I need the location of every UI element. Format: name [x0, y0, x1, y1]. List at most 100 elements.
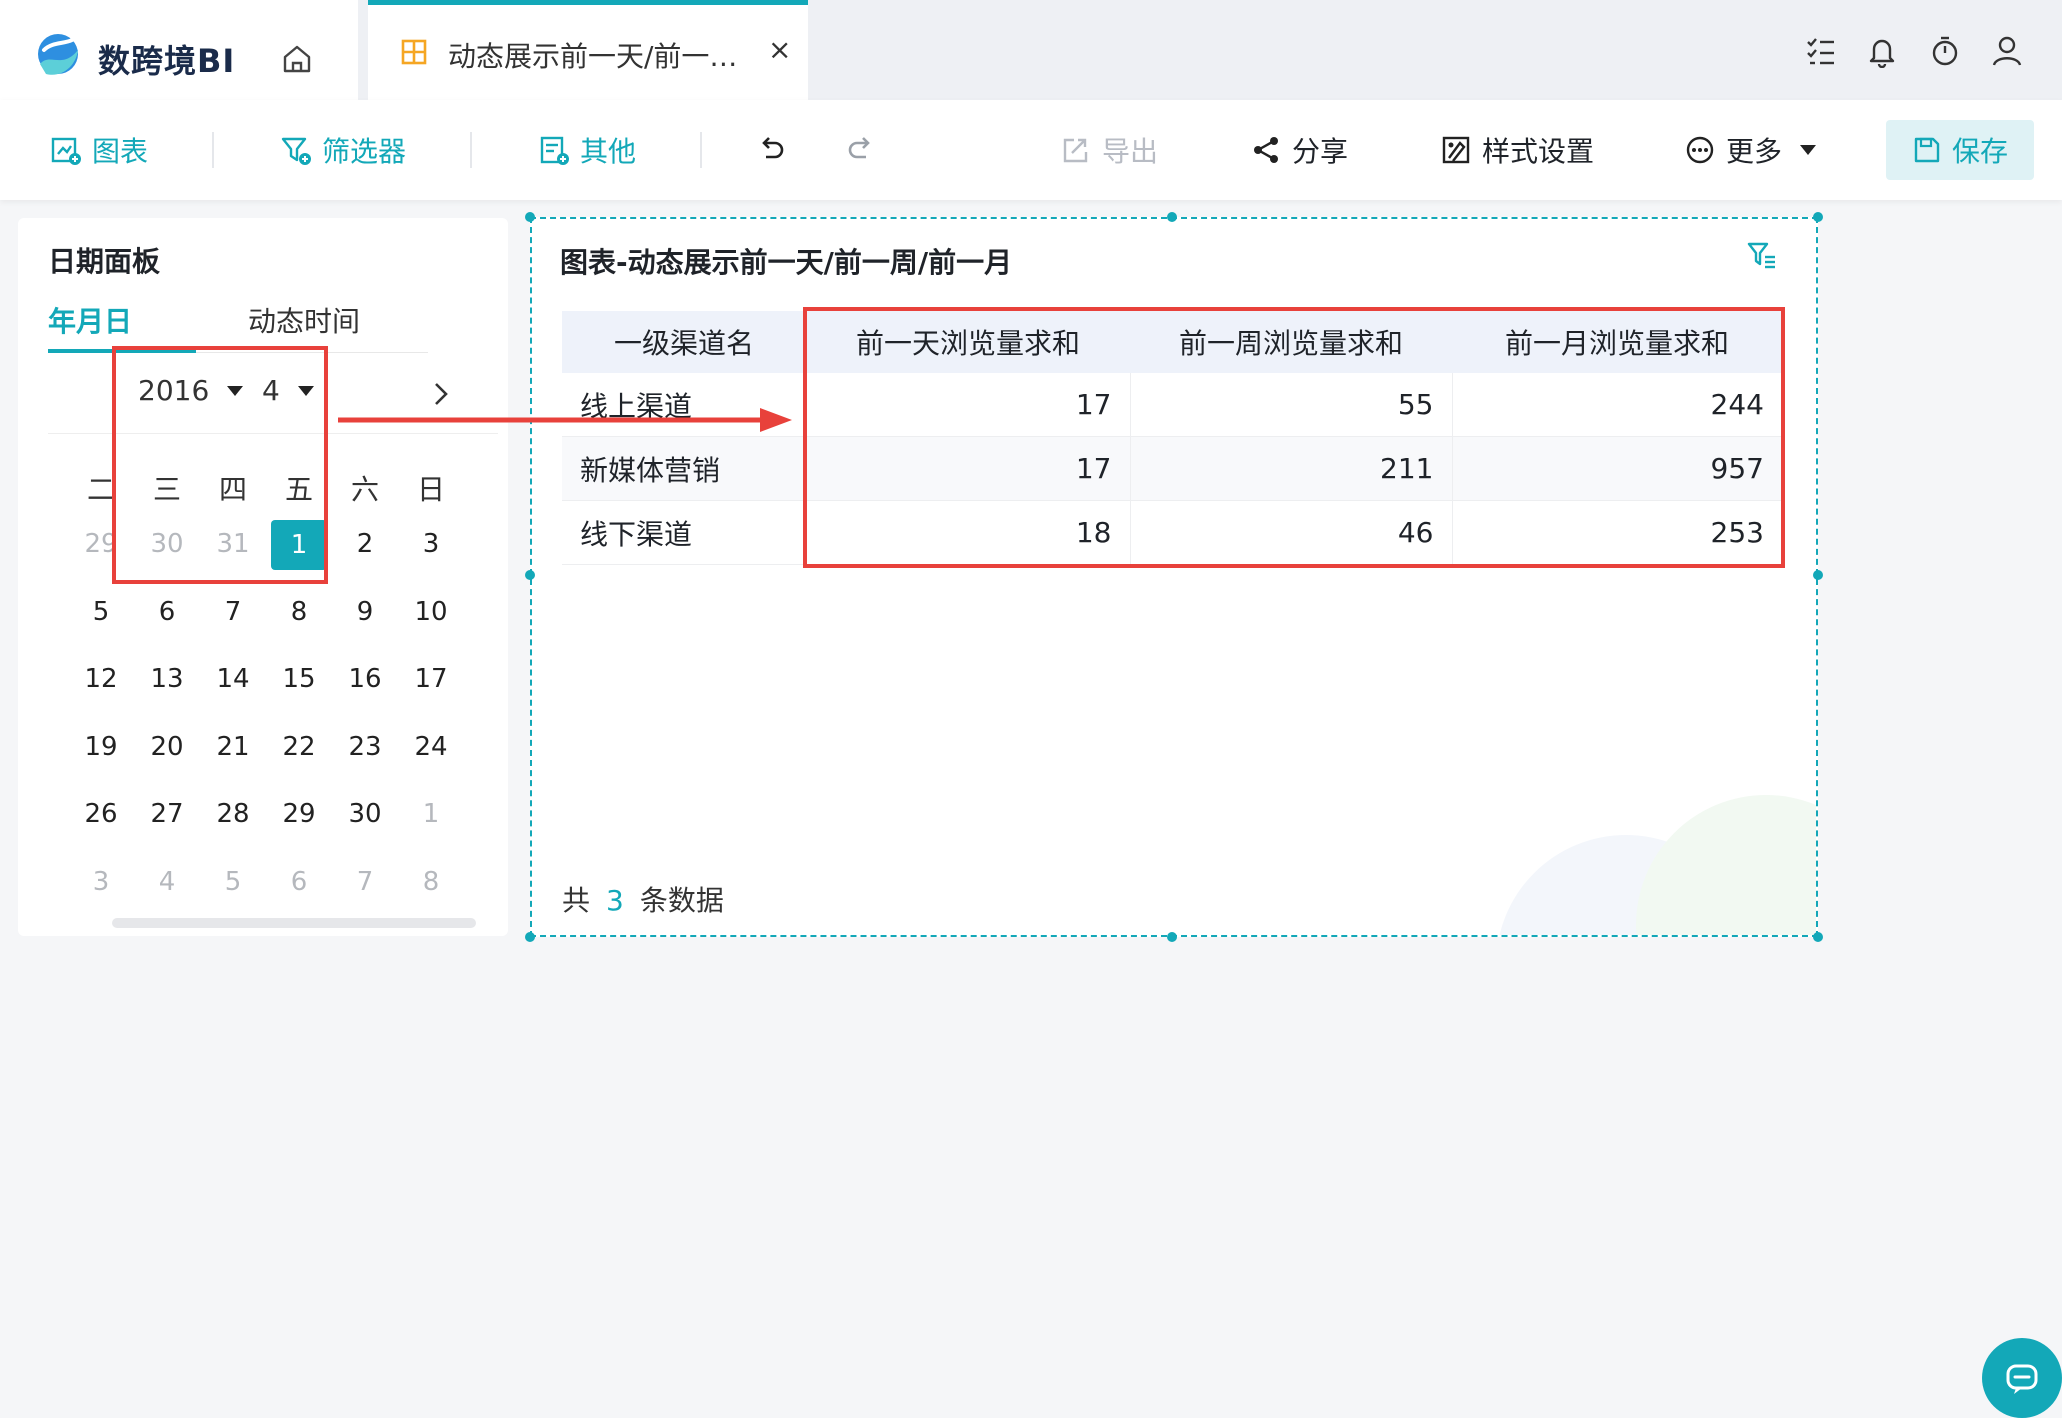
toolbar-divider	[470, 132, 472, 168]
calendar-day-number: 5	[224, 866, 242, 897]
filter-settings-icon[interactable]	[1746, 239, 1778, 271]
calendar-day-number: 23	[348, 731, 382, 762]
table-cell: 线下渠道	[562, 500, 806, 565]
calendar-day[interactable]: 6	[134, 588, 200, 636]
timer-icon[interactable]	[1928, 34, 1962, 68]
style-settings-icon	[1442, 136, 1470, 164]
calendar-day[interactable]: 6	[266, 858, 332, 906]
resize-handle[interactable]	[1813, 212, 1823, 222]
calendar-day-number: 29	[282, 799, 316, 829]
calendar-day[interactable]: 10	[398, 588, 464, 636]
chevron-down-icon	[1800, 145, 1817, 155]
calendar-day[interactable]: 8	[398, 858, 464, 906]
calendar-day[interactable]: 28	[200, 790, 266, 838]
calendar-day[interactable]: 13	[134, 655, 200, 703]
calendar-day[interactable]: 15	[266, 655, 332, 703]
toolbar-divider	[212, 132, 214, 168]
calendar-day[interactable]: 7	[332, 858, 398, 906]
undo-button[interactable]	[756, 130, 798, 170]
resize-handle[interactable]	[1813, 570, 1823, 580]
brand-name: 数跨境BI	[98, 42, 236, 80]
tab-dynamic-time[interactable]: 动态时间	[248, 300, 360, 340]
annotation-box-calendar	[112, 346, 328, 584]
share-button-label: 分享	[1292, 135, 1349, 168]
calendar-day[interactable]: 1	[398, 790, 464, 838]
export-icon	[1063, 138, 1088, 163]
calendar-day[interactable]: 4	[134, 858, 200, 906]
redo-icon	[848, 137, 870, 159]
calendar-day[interactable]: 12	[68, 655, 134, 703]
calendar-day[interactable]: 19	[68, 723, 134, 771]
column-header[interactable]: 一级渠道名	[562, 311, 806, 373]
calendar-day-number: 30	[348, 799, 382, 829]
filter-button[interactable]: 筛选器	[280, 130, 406, 170]
close-icon[interactable]: ×	[768, 35, 791, 65]
dashboard-icon	[401, 39, 427, 65]
tab-dashboard[interactable]: 动态展示前一天/前一… ×	[368, 0, 808, 100]
calendar-day[interactable]: 8	[266, 588, 332, 636]
top-header: 数跨境BI 动态展示前一天/前一… ×	[0, 0, 2062, 100]
calendar-day-number: 3	[422, 529, 440, 559]
home-icon[interactable]	[280, 42, 314, 76]
calendar-day-number: 21	[216, 731, 250, 762]
calendar-day-number: 14	[216, 664, 250, 694]
resize-handle[interactable]	[1167, 932, 1177, 942]
calendar-day[interactable]: 9	[332, 588, 398, 636]
calendar-day[interactable]: 3	[398, 520, 464, 568]
calendar-day[interactable]: 27	[134, 790, 200, 838]
calendar-day[interactable]: 5	[68, 588, 134, 636]
horizontal-scrollbar[interactable]	[112, 918, 476, 928]
calendar-day-number: 16	[348, 664, 382, 694]
export-button[interactable]: 导出	[1060, 130, 1158, 170]
calendar-day[interactable]: 2	[332, 520, 398, 568]
annotation-arrow-icon	[338, 408, 792, 432]
resize-handle[interactable]	[525, 212, 535, 222]
more-button[interactable]: 更多	[1684, 130, 1817, 170]
bell-icon[interactable]	[1865, 34, 1899, 68]
calendar-day[interactable]: 20	[134, 723, 200, 771]
user-icon[interactable]	[1990, 34, 2024, 68]
resize-handle[interactable]	[525, 932, 535, 942]
redo-button[interactable]	[844, 130, 886, 170]
widget-title: 图表-动态展示前一天/前一周/前一月	[560, 246, 1013, 279]
calendar-day[interactable]: 29	[266, 790, 332, 838]
calendar-day[interactable]: 26	[68, 790, 134, 838]
tab-label: 动态展示前一天/前一…	[448, 40, 738, 73]
calendar-day[interactable]: 7	[200, 588, 266, 636]
undo-icon	[762, 137, 784, 159]
calendar-day-number: 1	[422, 799, 440, 829]
save-icon	[1914, 137, 1940, 163]
calendar-day-number: 6	[290, 866, 308, 897]
calendar-day-number: 20	[150, 731, 184, 762]
calendar-day-number: 13	[150, 664, 184, 694]
resize-handle[interactable]	[525, 570, 535, 580]
calendar-day[interactable]: 21	[200, 723, 266, 771]
calendar-day[interactable]: 5	[200, 858, 266, 906]
calendar-day[interactable]: 22	[266, 723, 332, 771]
save-button[interactable]: 保存	[1886, 120, 2034, 180]
annotation-box-table	[803, 307, 1785, 568]
style-settings-label: 样式设置	[1482, 135, 1595, 168]
calendar-day[interactable]: 24	[398, 723, 464, 771]
resize-handle[interactable]	[1813, 932, 1823, 942]
share-button[interactable]: 分享	[1250, 130, 1348, 170]
date-panel-title: 日期面板	[48, 245, 161, 278]
calendar-day[interactable]: 16	[332, 655, 398, 703]
other-button[interactable]: 其他	[538, 130, 636, 170]
calendar-day[interactable]: 17	[398, 655, 464, 703]
calendar-day[interactable]: 23	[332, 723, 398, 771]
resize-handle[interactable]	[1167, 212, 1177, 222]
chart-button[interactable]: 图表	[50, 130, 148, 170]
calendar-day[interactable]: 30	[332, 790, 398, 838]
chat-icon	[2006, 1364, 2038, 1394]
calendar-day-number: 9	[356, 596, 374, 627]
calendar-day-number: 27	[150, 799, 184, 829]
decoration	[1636, 795, 1816, 935]
support-chat-button[interactable]	[1982, 1338, 2062, 1418]
filter-add-icon	[281, 137, 311, 165]
calendar-day[interactable]: 14	[200, 655, 266, 703]
tab-year-month-day[interactable]: 年月日	[48, 300, 132, 340]
style-settings-button[interactable]: 样式设置	[1440, 130, 1594, 170]
task-list-icon[interactable]	[1804, 34, 1838, 68]
calendar-day[interactable]: 3	[68, 858, 134, 906]
